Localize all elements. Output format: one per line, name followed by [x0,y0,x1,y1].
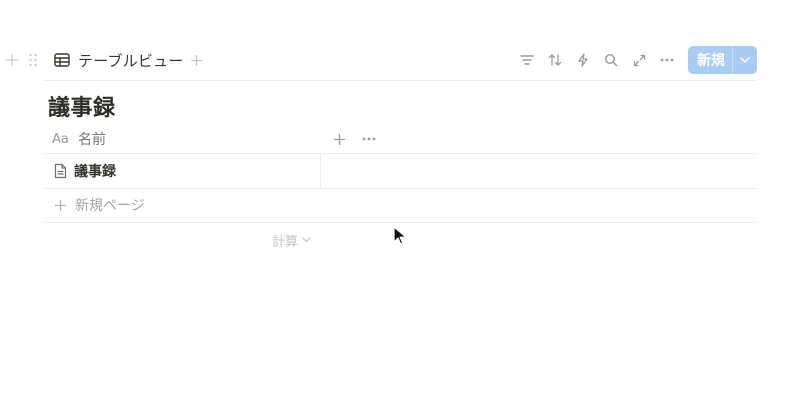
divider [44,80,757,81]
add-property-icon[interactable] [328,128,350,150]
text-property-icon: Aa [52,131,69,147]
database-title[interactable]: 議事録 [48,90,116,122]
new-page-button[interactable]: 新規ページ [54,194,145,216]
new-button[interactable]: 新規 [688,46,757,74]
new-button-label: 新規 [697,53,725,69]
row-title: 議事録 [74,164,116,180]
calculate-label: 計算 [272,234,299,250]
more-icon[interactable] [655,48,679,72]
divider [44,188,757,189]
sort-icon[interactable] [543,48,567,72]
view-tab-label: テーブルビュー [78,51,184,70]
filter-icon[interactable] [515,48,539,72]
table-icon [54,53,70,67]
chevron-down-icon[interactable] [732,46,757,74]
plus-icon [54,199,67,212]
page-icon [54,163,67,179]
divider [44,222,757,223]
search-icon[interactable] [599,48,623,72]
column-header-label: 名前 [78,132,106,148]
column-header-name[interactable]: Aa 名前 [46,125,106,153]
add-block-icon[interactable] [3,51,21,69]
table-row[interactable]: 議事録 [44,154,757,188]
row-title-cell[interactable]: 議事録 [44,154,321,188]
new-page-label: 新規ページ [75,198,145,214]
calculate-button[interactable]: 計算 [272,230,311,250]
add-view-icon[interactable] [186,50,206,70]
expand-icon[interactable] [627,48,651,72]
property-more-icon[interactable] [358,128,380,150]
tab-table-view[interactable]: テーブルビュー [50,46,188,74]
drag-handle-icon[interactable] [25,51,41,69]
automation-icon[interactable] [571,48,595,72]
mouse-cursor-icon [393,226,407,246]
chevron-down-icon [302,237,311,243]
